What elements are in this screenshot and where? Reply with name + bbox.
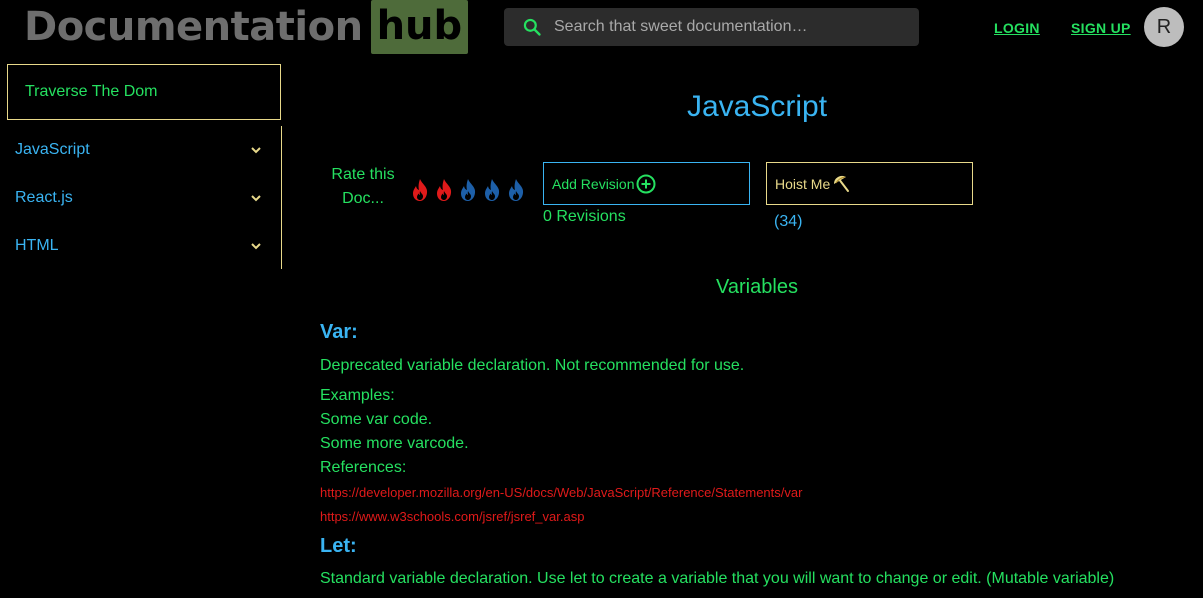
umbrella-icon bbox=[834, 175, 850, 192]
rate-label-line1: Rate this bbox=[331, 166, 395, 183]
let-heading: Let: bbox=[320, 535, 357, 557]
flame-icon[interactable] bbox=[434, 178, 454, 202]
hoist-me-button[interactable]: Hoist Me bbox=[766, 162, 973, 205]
search-input[interactable] bbox=[552, 17, 916, 37]
avatar[interactable]: R bbox=[1144, 7, 1184, 47]
plus-circle-icon bbox=[636, 174, 655, 193]
rating-flames bbox=[410, 178, 526, 202]
sidebar-item-javascript[interactable]: JavaScript bbox=[0, 126, 281, 174]
sidebar-item-reactjs[interactable]: React.js bbox=[0, 174, 281, 222]
hoist-count: (34) bbox=[774, 213, 803, 230]
example-item: Some var code. bbox=[320, 411, 433, 428]
sidebar-item-label: React.js bbox=[15, 189, 73, 206]
section-title: Variables bbox=[716, 276, 798, 298]
example-item: Some more varcode. bbox=[320, 435, 469, 452]
sidebar-item-label: JavaScript bbox=[15, 141, 90, 158]
search-bar[interactable] bbox=[504, 8, 919, 46]
logo-hub-badge: hub bbox=[370, 0, 469, 54]
flame-icon[interactable] bbox=[506, 178, 526, 202]
references-label: References: bbox=[320, 459, 407, 476]
var-description: Deprecated variable declaration. Not rec… bbox=[320, 357, 745, 374]
reference-link[interactable]: https://developer.mozilla.org/en-US/docs… bbox=[320, 485, 802, 500]
logo[interactable]: Documentation hub bbox=[24, 0, 469, 54]
flame-icon[interactable] bbox=[482, 178, 502, 202]
page-title: JavaScript bbox=[686, 90, 828, 123]
sidebar-item-label: HTML bbox=[15, 237, 59, 254]
flame-icon[interactable] bbox=[410, 178, 430, 202]
var-heading: Var: bbox=[320, 321, 358, 343]
chevron-down-icon bbox=[251, 147, 261, 154]
rate-label-line2: Doc... bbox=[342, 190, 384, 207]
let-description: Standard variable declaration. Use let t… bbox=[320, 570, 1115, 587]
search-icon bbox=[523, 18, 541, 36]
logo-text: Documentation bbox=[24, 4, 363, 50]
add-revision-button[interactable]: Add Revision bbox=[543, 162, 750, 205]
reference-link[interactable]: https://www.w3schools.com/jsref/jsref_va… bbox=[320, 509, 584, 524]
chevron-down-icon bbox=[251, 243, 261, 250]
login-link[interactable]: LOGIN bbox=[994, 20, 1040, 36]
sidebar-list: JavaScript React.js HTML bbox=[0, 126, 282, 269]
add-revision-label: Add Revision bbox=[552, 175, 635, 192]
revisions-count: 0 Revisions bbox=[543, 208, 626, 225]
sidebar-item-html[interactable]: HTML bbox=[0, 222, 281, 270]
rate-label: Rate this Doc... bbox=[322, 163, 404, 211]
chevron-down-icon bbox=[251, 195, 261, 202]
flame-icon[interactable] bbox=[458, 178, 478, 202]
examples-label: Examples: bbox=[320, 387, 395, 404]
signup-link[interactable]: SIGN UP bbox=[1071, 20, 1131, 36]
hoist-label: Hoist Me bbox=[775, 175, 831, 192]
